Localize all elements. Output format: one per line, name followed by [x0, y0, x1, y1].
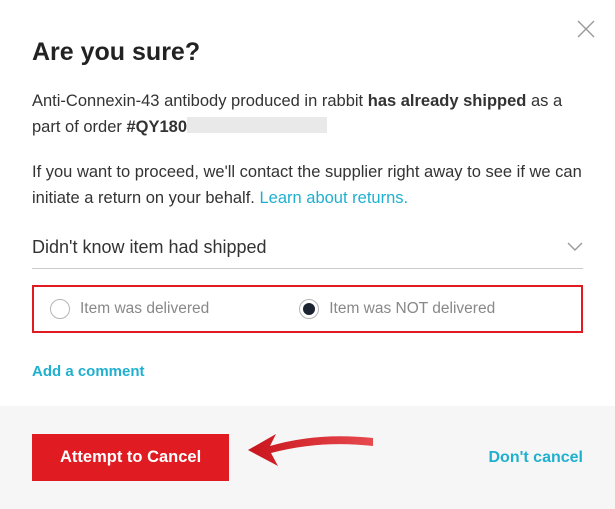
modal-title: Are you sure?: [32, 38, 583, 67]
close-icon[interactable]: [577, 20, 595, 38]
attempt-cancel-button[interactable]: Attempt to Cancel: [32, 434, 229, 481]
radio-delivered[interactable]: Item was delivered: [50, 299, 209, 319]
ship-status: has already shipped: [368, 92, 527, 110]
ship-notice: Anti-Connexin-43 antibody produced in ra…: [32, 89, 583, 140]
order-number: #QY180: [126, 118, 187, 136]
radio-not-delivered[interactable]: Item was NOT delivered: [299, 299, 495, 319]
radio-not-delivered-label: Item was NOT delivered: [329, 300, 495, 318]
modal-content: Are you sure? Anti-Connexin-43 antibody …: [0, 0, 615, 380]
reason-select[interactable]: Didn't know item had shipped: [32, 231, 583, 269]
confirm-cancel-modal: Are you sure? Anti-Connexin-43 antibody …: [0, 0, 615, 509]
product-name: Anti-Connexin-43 antibody produced in ra…: [32, 92, 363, 110]
reason-select-value: Didn't know item had shipped: [32, 237, 267, 258]
learn-returns-link[interactable]: Learn about returns.: [259, 189, 408, 207]
radio-circle-icon: [50, 299, 70, 319]
dont-cancel-button[interactable]: Don't cancel: [489, 449, 584, 467]
radio-circle-selected-icon: [299, 299, 319, 319]
order-redacted: [187, 117, 327, 133]
chevron-down-icon: [567, 239, 583, 257]
add-comment-link[interactable]: Add a comment: [32, 363, 583, 380]
modal-footer: Attempt to Cancel Don't cancel: [0, 406, 615, 509]
radio-delivered-label: Item was delivered: [80, 300, 209, 318]
delivery-radio-group: Item was delivered Item was NOT delivere…: [32, 285, 583, 333]
proceed-notice: If you want to proceed, we'll contact th…: [32, 160, 583, 211]
